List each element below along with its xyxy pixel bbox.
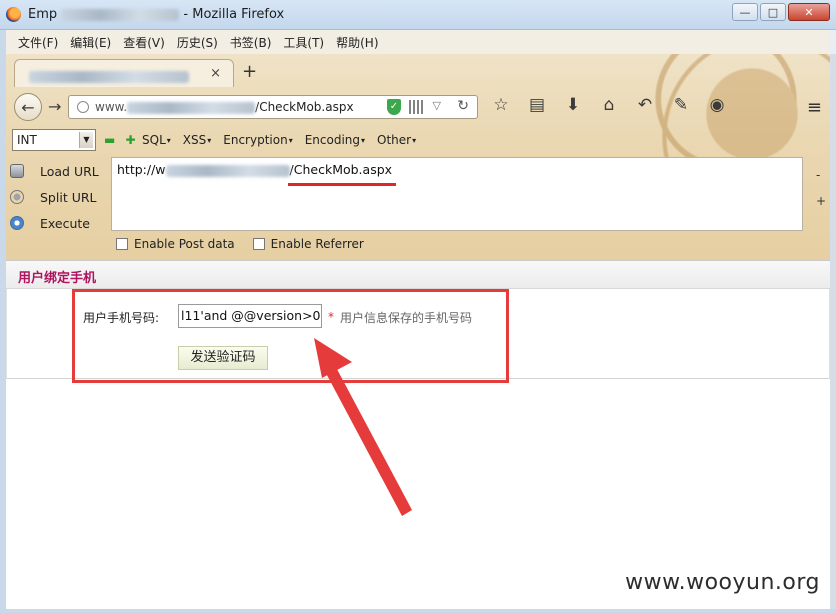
hackbar-url-textarea[interactable]: http://w/CheckMob.aspx <box>111 157 803 231</box>
panel-title: 用户绑定手机 <box>18 271 97 286</box>
addon-tool-icon[interactable]: ✎ <box>670 95 692 115</box>
shield-addon-icon[interactable]: ✓ <box>387 99 401 115</box>
textarea-size-controls: - + <box>816 162 826 214</box>
window-frame-bottom <box>0 609 836 613</box>
title-prefix: Emp <box>28 7 58 22</box>
menu-help[interactable]: 帮助(H) <box>330 34 384 51</box>
minimize-button[interactable]: — <box>732 3 758 21</box>
address-bar[interactable]: www./CheckMob.aspx ✓ ▽ ↻ <box>68 95 478 119</box>
bookmark-star-icon[interactable]: ☆ <box>490 95 512 115</box>
close-button[interactable]: ✕ <box>788 3 830 21</box>
download-icon[interactable]: ⬇ <box>562 95 584 115</box>
firefox-logo-icon <box>6 7 21 22</box>
forward-button[interactable]: → <box>48 97 61 116</box>
browser-tab[interactable]: × <box>14 59 234 87</box>
menu-hamburger-icon[interactable]: ≡ <box>807 97 822 118</box>
url-underline-annotation <box>288 183 396 186</box>
menu-bookmarks[interactable]: 书签(B) <box>224 34 278 51</box>
execute-icon <box>10 216 24 230</box>
globe-addon-icon[interactable]: ◉ <box>706 95 728 115</box>
hackbar-url-text: http://w/CheckMob.aspx <box>117 162 393 177</box>
load-url-icon <box>10 164 24 178</box>
back-arrow-icon: ← <box>21 97 35 117</box>
execute-label: Execute <box>40 215 90 231</box>
checkbox-box <box>116 238 128 250</box>
menu-tools[interactable]: 工具(T) <box>277 34 330 51</box>
menu-bar: 文件(F) 编辑(E) 查看(V) 历史(S) 书签(B) 工具(T) 帮助(H… <box>6 30 830 54</box>
back-button[interactable]: ← <box>14 93 42 121</box>
page-content: 用户绑定手机 用户手机号码: l11'and @@version>0-- * 用… <box>6 260 830 609</box>
window-title: Emp - Mozilla Firefox <box>28 7 284 22</box>
hackbar-toolbar: INT ▼ ▬ ✚ SQL XSS Encryption Encoding Ot… <box>6 128 830 154</box>
history-dropdown-icon[interactable]: ▽ <box>433 99 441 112</box>
xss-menu[interactable]: XSS <box>183 133 211 147</box>
encoding-menu[interactable]: Encoding <box>305 133 365 147</box>
reload-icon[interactable]: ↻ <box>457 98 469 114</box>
reading-list-icon[interactable]: ▤ <box>526 95 548 115</box>
shrink-textarea-button[interactable]: - <box>816 162 826 188</box>
watermark: www.wooyun.org <box>625 570 820 595</box>
grow-textarea-button[interactable]: + <box>816 188 826 214</box>
title-bar: Emp - Mozilla Firefox — □ ✕ <box>0 0 836 30</box>
new-tab-button[interactable]: + <box>242 61 257 82</box>
chevron-down-icon: ▼ <box>79 132 93 148</box>
execute-action[interactable]: Execute <box>10 210 110 236</box>
enable-post-label: Enable Post data <box>134 237 235 251</box>
encryption-menu[interactable]: Encryption <box>223 133 292 147</box>
load-url-action[interactable]: Load URL <box>10 158 110 184</box>
tab-title <box>29 69 189 83</box>
qr-code-icon[interactable] <box>409 100 423 114</box>
redacted-title <box>61 8 180 21</box>
tab-close-icon[interactable]: × <box>210 66 221 81</box>
title-suffix: - Mozilla Firefox <box>183 7 285 22</box>
navigation-bar: ← → www./CheckMob.aspx ✓ ▽ ↻ ☆ ▤ ⬇ ⌂ ↶ ✎… <box>6 87 830 125</box>
split-url-label: Split URL <box>40 189 97 205</box>
address-text: www./CheckMob.aspx <box>95 100 354 114</box>
panel-header: 用户绑定手机 <box>6 261 830 289</box>
split-url-action[interactable]: Split URL <box>10 184 110 210</box>
maximize-button[interactable]: □ <box>760 3 786 21</box>
split-url-icon <box>10 190 24 204</box>
sql-menu[interactable]: SQL <box>142 133 171 147</box>
menu-file[interactable]: 文件(F) <box>12 34 64 51</box>
type-select-value: INT <box>17 133 37 147</box>
type-select[interactable]: INT ▼ <box>12 129 96 151</box>
hackbar-actions: Load URL Split URL Execute <box>10 158 110 236</box>
home-icon[interactable]: ⌂ <box>598 95 620 115</box>
undo-icon[interactable]: ↶ <box>634 95 656 115</box>
globe-icon <box>77 101 89 113</box>
increase-icon[interactable]: ✚ <box>126 133 136 147</box>
decrease-icon[interactable]: ▬ <box>104 133 115 147</box>
menu-history[interactable]: 历史(S) <box>171 34 224 51</box>
other-menu[interactable]: Other <box>377 133 416 147</box>
menu-view[interactable]: 查看(V) <box>117 34 171 51</box>
load-url-label: Load URL <box>40 163 99 179</box>
enable-referrer-label: Enable Referrer <box>270 237 364 251</box>
enable-post-checkbox[interactable]: Enable Post data <box>116 237 235 251</box>
highlight-box-annotation <box>72 289 509 383</box>
enable-referrer-checkbox[interactable]: Enable Referrer <box>252 237 364 251</box>
window-frame-right <box>830 54 836 609</box>
menu-edit[interactable]: 编辑(E) <box>64 34 117 51</box>
checkbox-box <box>252 238 265 250</box>
